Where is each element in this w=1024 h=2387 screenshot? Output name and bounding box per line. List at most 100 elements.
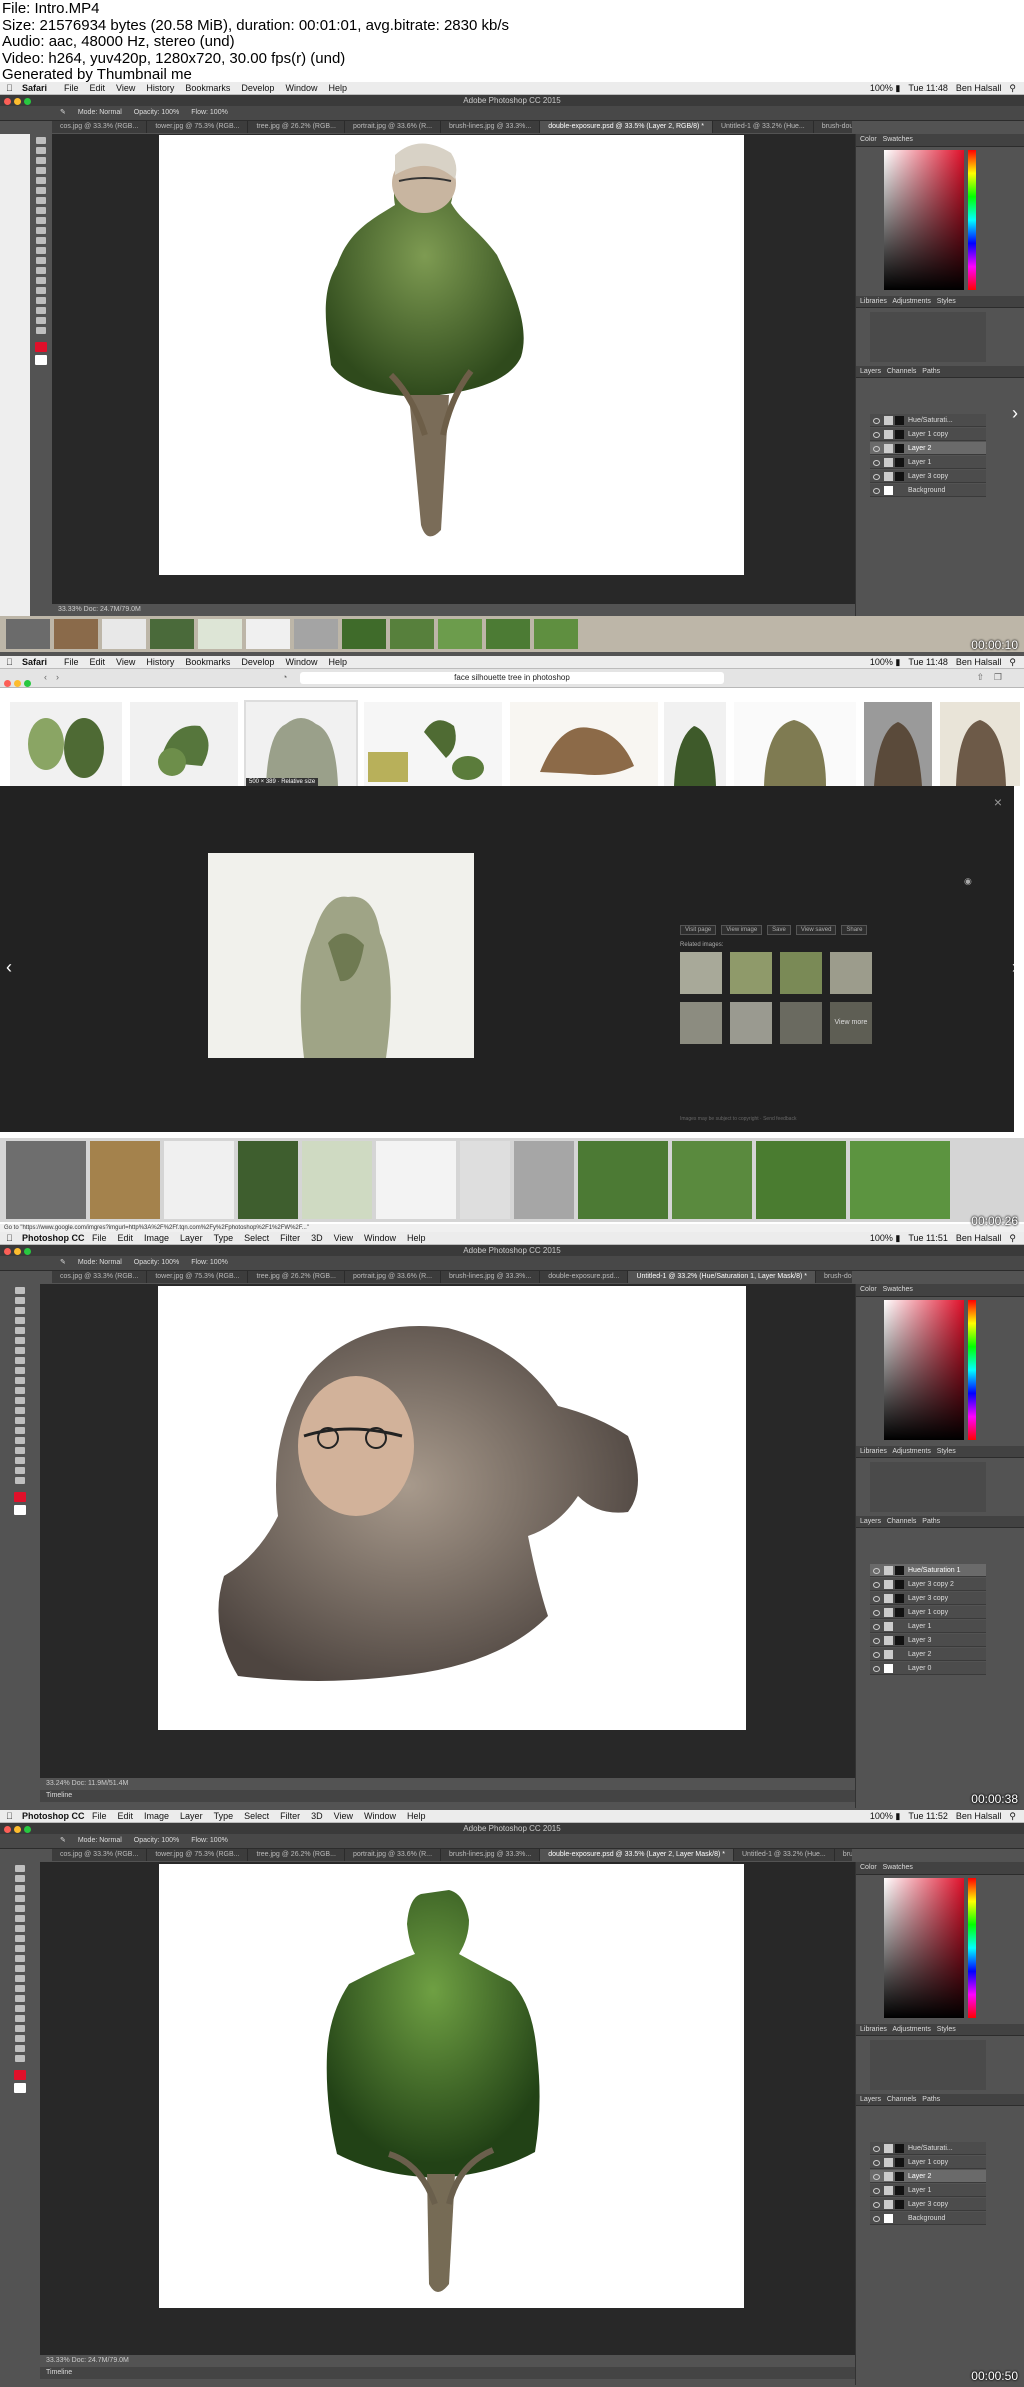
- document-canvas[interactable]: [159, 1864, 744, 2308]
- healing-tool-icon[interactable]: [15, 1347, 25, 1354]
- clock[interactable]: Tue 11:52: [908, 1811, 948, 1821]
- layers-panel-tab[interactable]: Layers Channels Paths: [856, 1516, 1024, 1528]
- eraser-tool-icon[interactable]: [36, 237, 46, 244]
- menu-type[interactable]: Type: [214, 1233, 234, 1243]
- quick-select-tool-icon[interactable]: [15, 1317, 25, 1324]
- eye-icon[interactable]: [873, 1568, 880, 1574]
- marquee-tool-icon[interactable]: [15, 1875, 25, 1882]
- menu-filter[interactable]: Filter: [280, 1233, 300, 1243]
- quick-select-tool-icon[interactable]: [36, 167, 46, 174]
- menu-file[interactable]: File: [92, 1233, 107, 1243]
- close-icon[interactable]: [4, 1248, 11, 1255]
- strip-thumb[interactable]: [390, 619, 434, 649]
- eye-icon[interactable]: [873, 1610, 880, 1616]
- clock[interactable]: Tue 11:51: [908, 1233, 948, 1243]
- color-panel-tab[interactable]: Color Swatches: [856, 134, 1024, 147]
- dodge-tool-icon[interactable]: [15, 1417, 25, 1424]
- tab-doc-5[interactable]: brush-lines.jpg @ 33.3%...: [441, 121, 541, 133]
- layer-row[interactable]: Hue/Saturati...: [870, 2142, 986, 2155]
- tab-doc-5[interactable]: brush-lines.jpg @ 33.3%...: [441, 1271, 541, 1283]
- close-icon[interactable]: ×: [994, 794, 1002, 810]
- crop-tool-icon[interactable]: [36, 177, 46, 184]
- apple-icon[interactable]: : [6, 1810, 13, 1823]
- path-select-tool-icon[interactable]: [15, 2025, 25, 2032]
- pen-tool-icon[interactable]: [36, 277, 46, 284]
- result-thumb-selected[interactable]: 500 × 389 · Relative size: [244, 700, 358, 788]
- zoom-tool-icon[interactable]: [15, 1477, 25, 1484]
- brush-icon[interactable]: ✎: [60, 109, 66, 116]
- tab-doc-6[interactable]: double-exposure.psd...: [540, 1271, 629, 1283]
- strip-thumb[interactable]: [756, 1141, 846, 1219]
- menu-edit[interactable]: Edit: [118, 1233, 134, 1243]
- strip-thumb[interactable]: [238, 1141, 298, 1219]
- history-brush-icon[interactable]: [36, 227, 46, 234]
- strip-thumb[interactable]: [486, 619, 530, 649]
- path-select-tool-icon[interactable]: [36, 297, 46, 304]
- eye-icon[interactable]: [873, 418, 880, 424]
- zoom-tool-icon[interactable]: [15, 2055, 25, 2062]
- tab-doc-3[interactable]: tree.jpg @ 26.2% (RGB...: [248, 121, 345, 133]
- tab-doc-4[interactable]: portrait.jpg @ 33.6% (R...: [345, 1271, 442, 1283]
- tab-doc-2[interactable]: tower.jpg @ 75.3% (RGB...: [147, 1271, 249, 1283]
- gradient-tool-icon[interactable]: [15, 1975, 25, 1982]
- menu-view[interactable]: View: [334, 1811, 353, 1821]
- pen-tool-icon[interactable]: [15, 2005, 25, 2012]
- menu-history[interactable]: History: [146, 83, 174, 93]
- adjustments-grid[interactable]: [870, 2040, 986, 2090]
- strip-thumb[interactable]: [460, 1141, 510, 1219]
- flow-field[interactable]: Flow: 100%: [191, 1837, 228, 1844]
- apple-icon[interactable]: : [6, 1232, 13, 1245]
- stamp-tool-icon[interactable]: [15, 1367, 25, 1374]
- layer-row[interactable]: Layer 1 copy: [870, 428, 986, 441]
- layer-row-selected[interactable]: Layer 2: [870, 2170, 986, 2183]
- tab-doc-8[interactable]: brush-double-exposure.psd: [816, 1271, 852, 1283]
- gradient-tool-icon[interactable]: [36, 247, 46, 254]
- menu-view[interactable]: View: [334, 1233, 353, 1243]
- layers-panel-tab[interactable]: Layers Channels Paths: [856, 2094, 1024, 2106]
- move-tool-icon[interactable]: [15, 1287, 25, 1294]
- eye-icon[interactable]: [873, 460, 880, 466]
- view-more-button[interactable]: View more: [830, 1002, 872, 1044]
- dodge-tool-icon[interactable]: [15, 1995, 25, 2002]
- menu-image[interactable]: Image: [144, 1811, 169, 1821]
- view-image-button[interactable]: View image: [721, 925, 763, 935]
- marquee-tool-icon[interactable]: [36, 147, 46, 154]
- layer-row[interactable]: Layer 1 copy: [870, 1606, 986, 1619]
- result-thumb[interactable]: [130, 702, 238, 786]
- strip-thumb[interactable]: [6, 619, 50, 649]
- tab-doc-4[interactable]: portrait.jpg @ 33.6% (R...: [345, 1849, 442, 1861]
- eye-icon[interactable]: [873, 488, 880, 494]
- timeline-panel[interactable]: Timeline: [40, 1790, 856, 1802]
- foreground-color-swatch[interactable]: [35, 342, 47, 352]
- eye-icon[interactable]: [873, 1638, 880, 1644]
- layer-row[interactable]: Layer 1: [870, 456, 986, 469]
- strip-thumb[interactable]: [294, 619, 338, 649]
- app-name[interactable]: Safari: [22, 656, 47, 669]
- tab-doc-4[interactable]: portrait.jpg @ 33.6% (R...: [345, 121, 442, 133]
- history-brush-icon[interactable]: [15, 1955, 25, 1962]
- brush-tool-icon[interactable]: [15, 1935, 25, 1942]
- related-thumb[interactable]: [830, 952, 872, 994]
- crop-tool-icon[interactable]: [15, 1905, 25, 1912]
- result-thumb[interactable]: [734, 702, 856, 786]
- tab-doc-3[interactable]: tree.jpg @ 26.2% (RGB...: [248, 1849, 345, 1861]
- eye-icon[interactable]: [873, 2202, 880, 2208]
- layers-panel-tab[interactable]: Layers Channels Paths: [856, 366, 1024, 378]
- lasso-tool-icon[interactable]: [15, 1885, 25, 1892]
- layer-row[interactable]: Layer 3: [870, 1634, 986, 1647]
- result-thumb[interactable]: [10, 702, 122, 786]
- menu-view[interactable]: View: [116, 83, 135, 93]
- menu-develop[interactable]: Develop: [241, 657, 274, 667]
- menu-file[interactable]: File: [64, 83, 79, 93]
- zoom-icon[interactable]: [24, 98, 31, 105]
- strip-thumb[interactable]: [164, 1141, 234, 1219]
- eye-icon[interactable]: [873, 2146, 880, 2152]
- flow-field[interactable]: Flow: 100%: [191, 1259, 228, 1266]
- adjustments-panel-tab[interactable]: Libraries Adjustments Styles: [856, 296, 1024, 308]
- strip-thumb[interactable]: [54, 619, 98, 649]
- shape-tool-icon[interactable]: [15, 1457, 25, 1464]
- minimize-icon[interactable]: [14, 98, 21, 105]
- layer-row-selected[interactable]: Hue/Saturation 1: [870, 1564, 986, 1577]
- menu-bookmarks[interactable]: Bookmarks: [185, 657, 230, 667]
- adjustments-panel-tab[interactable]: Libraries Adjustments Styles: [856, 2024, 1024, 2036]
